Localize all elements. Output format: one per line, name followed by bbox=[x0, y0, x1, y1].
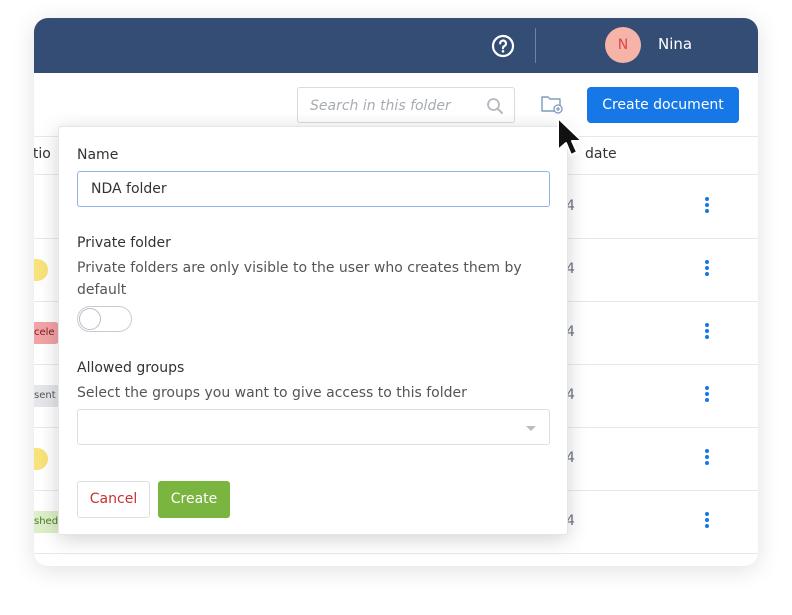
more-options-icon[interactable] bbox=[704, 385, 710, 405]
status-badge: cele bbox=[34, 322, 59, 344]
create-document-button[interactable]: Create document bbox=[587, 87, 739, 123]
folder-name-input[interactable] bbox=[77, 171, 550, 207]
status-badge bbox=[34, 448, 48, 470]
avatar[interactable]: N bbox=[605, 27, 641, 63]
more-options-icon[interactable] bbox=[704, 511, 710, 531]
private-folder-label: Private folder bbox=[77, 235, 171, 251]
chevron-down-icon bbox=[526, 426, 536, 431]
column-header-date[interactable]: date bbox=[585, 146, 617, 162]
more-options-icon[interactable] bbox=[704, 322, 710, 342]
more-options-icon[interactable] bbox=[704, 196, 710, 216]
top-bar: N Nina bbox=[34, 18, 758, 73]
status-badge: sent bbox=[34, 385, 60, 407]
allowed-groups-hint: Select the groups you want to give acces… bbox=[77, 385, 467, 401]
private-folder-hint: Private folders are only visible to the … bbox=[77, 260, 522, 298]
help-circle-icon[interactable] bbox=[491, 34, 515, 58]
search-icon[interactable] bbox=[486, 97, 504, 115]
allowed-groups-select[interactable] bbox=[77, 409, 550, 445]
search-box bbox=[297, 87, 515, 123]
private-folder-toggle[interactable] bbox=[77, 306, 132, 332]
status-badge bbox=[34, 259, 48, 281]
more-options-icon[interactable] bbox=[704, 448, 710, 468]
toggle-knob bbox=[79, 308, 101, 330]
new-folder-dialog: Name Private folder Private folders are … bbox=[58, 126, 568, 535]
column-header-description[interactable]: ptio bbox=[34, 146, 51, 162]
mouse-pointer-icon bbox=[557, 117, 583, 156]
search-input[interactable] bbox=[310, 95, 480, 117]
user-name[interactable]: Nina bbox=[658, 35, 692, 53]
folder-plus-icon[interactable] bbox=[540, 93, 564, 115]
create-button[interactable]: Create bbox=[158, 481, 230, 518]
cancel-button[interactable]: Cancel bbox=[77, 481, 150, 518]
name-label: Name bbox=[77, 147, 119, 163]
more-options-icon[interactable] bbox=[704, 259, 710, 279]
topbar-divider bbox=[535, 28, 536, 63]
allowed-groups-label: Allowed groups bbox=[77, 360, 185, 376]
